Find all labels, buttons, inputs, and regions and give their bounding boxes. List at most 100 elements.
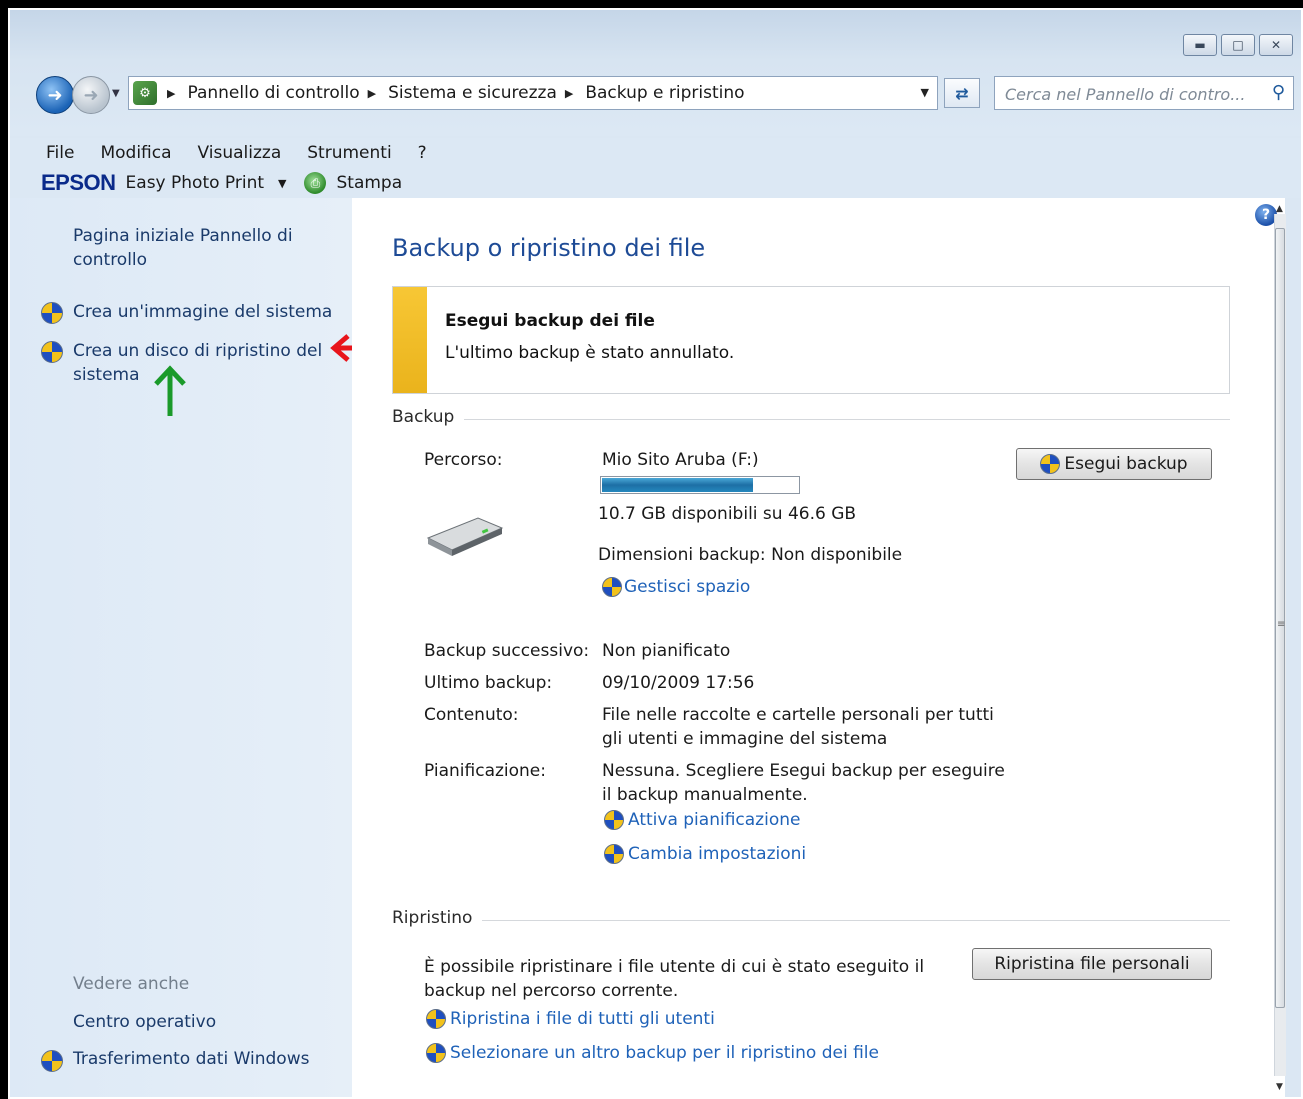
uac-shield-icon	[1040, 454, 1061, 474]
control-panel-home-line2: controllo	[73, 250, 148, 270]
control-panel-home-link[interactable]: Pagina iniziale Pannello di controllo	[73, 224, 293, 272]
scrollbar-thumb[interactable]: ≡	[1275, 228, 1285, 1008]
create-repair-disc-line2: sistema	[73, 365, 140, 385]
contents-value: File nelle raccolte e cartelle personali…	[602, 703, 994, 751]
forward-button[interactable]: ➜	[72, 76, 110, 114]
notice-title: Esegui backup dei file	[445, 311, 655, 331]
title-bar: ▬ □ ✕ ➜ ➜ ▼ ⚙ ▶ Pannello di controllo ▶ …	[10, 10, 1301, 136]
disk-free-text: 10.7 GB disponibili su 46.6 GB	[598, 504, 857, 524]
breadcrumb-system-security[interactable]: Sistema e sicurezza	[388, 83, 557, 103]
main-content: Backup o ripristino dei file Esegui back…	[352, 198, 1252, 1097]
next-backup-label: Backup successivo:	[424, 641, 590, 661]
scrollbar-grip-icon: ≡	[1277, 619, 1286, 630]
last-backup-label: Ultimo backup:	[424, 673, 553, 693]
disk-usage-fill	[602, 478, 753, 492]
print-icon[interactable]: ⎙	[304, 172, 327, 194]
uac-shield-icon	[41, 341, 63, 363]
create-repair-disc-line1: Crea un disco di ripristino del	[73, 341, 323, 361]
see-also-heading: Vedere anche	[73, 974, 190, 994]
explorer-window: ▬ □ ✕ ➜ ➜ ▼ ⚙ ▶ Pannello di controllo ▶ …	[8, 8, 1303, 1099]
schedule-line2: il backup manualmente.	[602, 785, 808, 805]
action-center-link[interactable]: Centro operativo	[73, 1010, 216, 1034]
green-arrow-annotation-icon	[154, 365, 186, 416]
address-dropdown-icon[interactable]: ▼	[921, 86, 929, 99]
restore-description-line2: backup nel percorso corrente.	[424, 981, 679, 1001]
control-panel-home-line1: Pagina iniziale Pannello di	[73, 226, 293, 246]
page-title: Backup o ripristino dei file	[392, 234, 706, 262]
address-bar[interactable]: ⚙ ▶ Pannello di controllo ▶ Sistema e si…	[128, 76, 938, 110]
windows-easy-transfer-link[interactable]: Trasferimento dati Windows	[73, 1047, 309, 1071]
close-button[interactable]: ✕	[1259, 34, 1293, 56]
epson-logo: EPSON	[41, 170, 116, 195]
menu-bar: File Modifica Visualizza Strumenti ?	[10, 138, 1301, 168]
restore-personal-files-button[interactable]: Ripristina file personali	[972, 948, 1212, 980]
run-backup-button[interactable]: Esegui backup	[1016, 448, 1212, 480]
refresh-button[interactable]: ⇄	[944, 78, 980, 108]
control-panel-icon: ⚙	[133, 81, 157, 105]
breadcrumb-backup-restore[interactable]: Backup e ripristino	[585, 83, 744, 103]
notice-text: L'ultimo backup è stato annullato.	[445, 343, 735, 363]
uac-shield-icon	[604, 844, 624, 864]
path-value: Mio Sito Aruba (F:)	[602, 450, 759, 470]
enable-schedule-link[interactable]: Attiva pianificazione	[628, 808, 800, 832]
contents-line1: File nelle raccolte e cartelle personali…	[602, 705, 994, 725]
backup-section-heading: Backup	[392, 407, 455, 427]
uac-shield-icon	[426, 1043, 446, 1063]
next-backup-value: Non pianificato	[602, 641, 731, 661]
menu-file[interactable]: File	[46, 143, 74, 163]
create-system-image-link[interactable]: Crea un'immagine del sistema	[73, 300, 332, 324]
disk-usage-bar	[600, 476, 800, 494]
uac-shield-icon	[41, 1050, 63, 1072]
schedule-line1: Nessuna. Scegliere Esegui backup per ese…	[602, 761, 1005, 781]
path-label: Percorso:	[424, 450, 503, 470]
maximize-button[interactable]: □	[1221, 34, 1255, 56]
uac-shield-icon	[602, 577, 622, 597]
restore-section-heading: Ripristino	[392, 908, 473, 928]
left-navigation-pane: Pagina iniziale Pannello di controllo Cr…	[10, 198, 352, 1097]
breadcrumb-control-panel[interactable]: Pannello di controllo	[187, 83, 359, 103]
uac-shield-icon	[41, 302, 63, 324]
restore-all-users-link[interactable]: Ripristina i file di tutti gli utenti	[450, 1007, 715, 1031]
schedule-value: Nessuna. Scegliere Esegui backup per ese…	[602, 759, 1005, 807]
change-settings-link[interactable]: Cambia impostazioni	[628, 842, 806, 866]
easy-photo-print-button[interactable]: Easy Photo Print	[126, 173, 264, 193]
restore-divider	[482, 920, 1230, 921]
epson-toolbar: EPSON Easy Photo Print ▼ ⎙ Stampa	[10, 168, 1301, 198]
last-backup-value: 09/10/2009 17:56	[602, 673, 755, 693]
select-other-backup-link[interactable]: Selezionare un altro backup per il ripri…	[450, 1041, 879, 1065]
schedule-label: Pianificazione:	[424, 761, 546, 781]
chevron-down-icon[interactable]: ▼	[278, 177, 286, 190]
menu-edit[interactable]: Modifica	[100, 143, 171, 163]
scroll-down-icon[interactable]: ▼	[1276, 1082, 1283, 1092]
backup-size-text: Dimensioni backup: Non disponibile	[598, 545, 903, 565]
manage-space-link[interactable]: Gestisci spazio	[624, 575, 750, 599]
back-button[interactable]: ➜	[36, 76, 74, 114]
search-icon[interactable]: ⚲	[1272, 82, 1285, 103]
warning-bar	[393, 287, 427, 393]
scrollbar-area: ? ▲ ≡ ▼	[1252, 198, 1286, 1097]
chevron-right-icon[interactable]: ▶	[565, 87, 573, 100]
history-dropdown-icon[interactable]: ▼	[112, 88, 120, 99]
chevron-right-icon[interactable]: ▶	[167, 87, 175, 100]
search-input[interactable]	[1003, 82, 1259, 106]
backup-notice: Esegui backup dei file L'ultimo backup è…	[392, 286, 1230, 394]
menu-help[interactable]: ?	[418, 143, 427, 163]
restore-description-line1: È possibile ripristinare i file utente d…	[424, 957, 925, 977]
print-button[interactable]: Stampa	[336, 173, 402, 193]
hard-drive-icon	[426, 517, 504, 556]
scroll-up-icon[interactable]: ▲	[1276, 204, 1283, 214]
create-repair-disc-link[interactable]: Crea un disco di ripristino del sistema	[73, 339, 322, 387]
minimize-button[interactable]: ▬	[1183, 34, 1217, 56]
menu-view[interactable]: Visualizza	[198, 143, 282, 163]
contents-line2: gli utenti e immagine del sistema	[602, 729, 888, 749]
chevron-right-icon[interactable]: ▶	[368, 87, 376, 100]
restore-description: È possibile ripristinare i file utente d…	[424, 955, 924, 1003]
menu-tools[interactable]: Strumenti	[307, 143, 391, 163]
backup-divider	[464, 419, 1230, 420]
search-box: ⚲	[994, 76, 1294, 110]
screenshot-frame: ▬ □ ✕ ➜ ➜ ▼ ⚙ ▶ Pannello di controllo ▶ …	[0, 0, 1303, 1099]
uac-shield-icon	[604, 810, 624, 830]
navigation-bar: ➜ ➜ ▼ ⚙ ▶ Pannello di controllo ▶ Sistem…	[32, 74, 1294, 114]
vertical-scrollbar[interactable]: ≡	[1274, 214, 1286, 1076]
uac-shield-icon	[426, 1009, 446, 1029]
